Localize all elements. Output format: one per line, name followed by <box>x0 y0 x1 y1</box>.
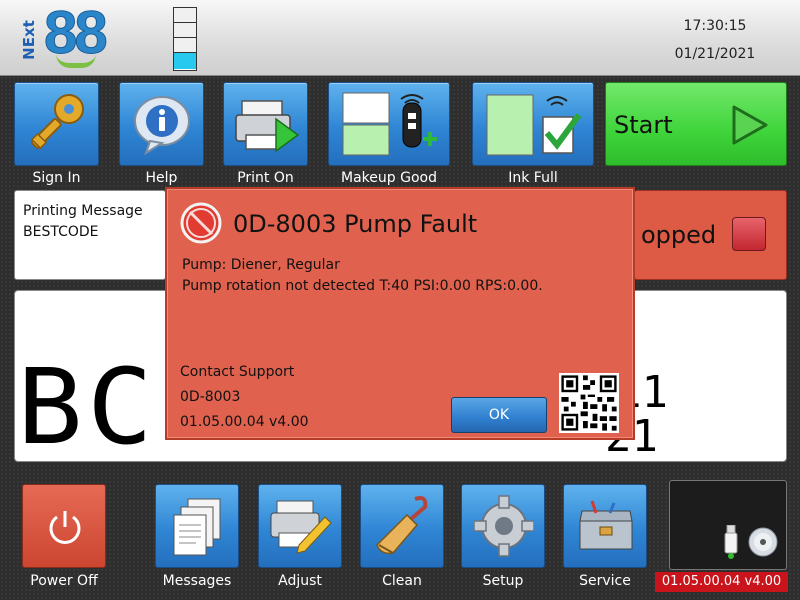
toolbox-icon <box>579 500 633 550</box>
pump-fault-dialog: 0D-8003 Pump Fault Pump: Diener, Regular… <box>165 187 635 440</box>
clock-time: 17:30:15 <box>683 18 747 34</box>
app-logo: NExt 88 <box>16 0 126 72</box>
qr-code-icon[interactable] <box>559 373 619 433</box>
setup-button[interactable] <box>461 484 545 568</box>
ink-level-segment <box>174 38 196 53</box>
gear-icon <box>474 495 534 557</box>
help-button[interactable] <box>119 82 204 166</box>
service-button[interactable] <box>563 484 647 568</box>
adjust-icon <box>270 500 332 554</box>
info-icon <box>134 96 190 155</box>
storage-panel[interactable] <box>669 480 787 570</box>
messages-icon <box>173 498 221 556</box>
power-off-label: Power Off <box>30 573 98 589</box>
sign-in-label: Sign In <box>32 170 81 186</box>
version-badge: 01.05.00.04 v4.00 <box>655 572 788 592</box>
header-bar: NExt 88 17:30:15 01/21/2021 <box>0 0 800 76</box>
dialog-contact-support: Contact Support <box>180 364 295 380</box>
sign-in-button[interactable] <box>14 82 99 166</box>
ink-level-segment-filled <box>174 53 196 69</box>
prohibited-icon <box>180 202 222 244</box>
messages-button[interactable] <box>155 484 239 568</box>
dialog-detail-rotation: Pump rotation not detected T:40 PSI:0.00… <box>182 278 543 294</box>
ok-button[interactable]: OK <box>451 397 547 433</box>
printing-message-name: BESTCODE <box>23 224 99 240</box>
makeup-level-icon <box>342 92 437 156</box>
service-label: Service <box>579 573 631 589</box>
status-indicator-light <box>732 217 766 251</box>
ink-level-segment <box>174 8 196 23</box>
dialog-error-code: 0D-8003 <box>180 389 241 405</box>
usb-icon <box>724 525 738 559</box>
key-icon <box>30 94 84 150</box>
print-on-label: Print On <box>237 170 294 186</box>
print-on-button[interactable] <box>223 82 308 166</box>
dialog-detail-pump: Pump: Diener, Regular <box>182 257 340 273</box>
ink-full-button[interactable] <box>472 82 594 166</box>
makeup-good-label: Makeup Good <box>341 170 437 186</box>
ink-level-gauge <box>173 7 197 71</box>
clean-button[interactable] <box>360 484 444 568</box>
printing-message-panel[interactable]: Printing Message BESTCODE <box>14 190 166 280</box>
power-icon <box>49 511 81 544</box>
messages-label: Messages <box>162 573 232 589</box>
help-label: Help <box>145 170 178 186</box>
ink-level-segment <box>174 23 196 38</box>
play-icon <box>732 105 768 145</box>
printer-status-panel: opped <box>634 190 787 280</box>
dialog-version: 01.05.00.04 v4.00 <box>180 414 309 430</box>
power-off-button[interactable] <box>22 484 106 568</box>
printer-icon <box>235 100 300 153</box>
setup-label: Setup <box>482 573 524 589</box>
clock-date: 01/21/2021 <box>674 46 756 62</box>
start-label: Start <box>614 111 673 139</box>
brush-icon <box>376 496 428 555</box>
adjust-label: Adjust <box>278 573 322 589</box>
adjust-button[interactable] <box>258 484 342 568</box>
printing-message-title: Printing Message <box>23 203 143 219</box>
start-button[interactable]: Start <box>605 82 787 166</box>
ink-level-icon <box>486 94 582 156</box>
ink-full-label: Ink Full <box>508 170 558 186</box>
makeup-good-button[interactable] <box>328 82 450 166</box>
disc-icon <box>748 527 778 557</box>
printer-status-text: opped <box>641 221 717 249</box>
clean-label: Clean <box>382 573 422 589</box>
dialog-title: 0D-8003 Pump Fault <box>233 210 478 238</box>
